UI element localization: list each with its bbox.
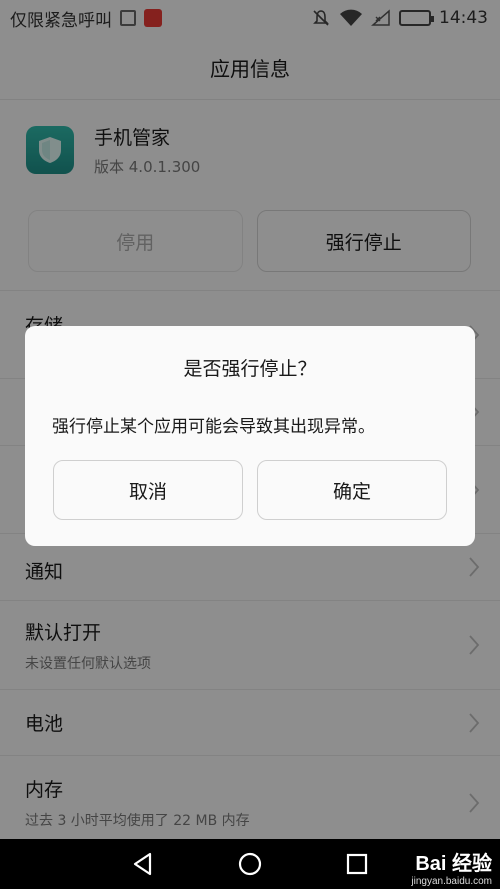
force-stop-dialog: 是否强行停止？ 强行停止某个应用可能会导致其出现异常。 取消 确定 — [25, 326, 475, 546]
back-icon[interactable] — [130, 851, 156, 877]
watermark: Bai 经验 jingyan.baidu.com — [411, 847, 492, 887]
dialog-title: 是否强行停止？ — [183, 358, 317, 380]
cancel-button[interactable]: 取消 — [53, 460, 243, 520]
home-icon[interactable] — [237, 851, 263, 877]
recents-icon[interactable] — [344, 851, 370, 877]
watermark-url: jingyan.baidu.com — [411, 876, 492, 887]
watermark-logo: Bai 经验 — [415, 853, 492, 875]
navigation-bar: Bai 经验 jingyan.baidu.com — [0, 839, 500, 889]
dialog-message: 强行停止某个应用可能会导致其出现异常。 — [52, 417, 375, 437]
confirm-button[interactable]: 确定 — [257, 460, 447, 520]
